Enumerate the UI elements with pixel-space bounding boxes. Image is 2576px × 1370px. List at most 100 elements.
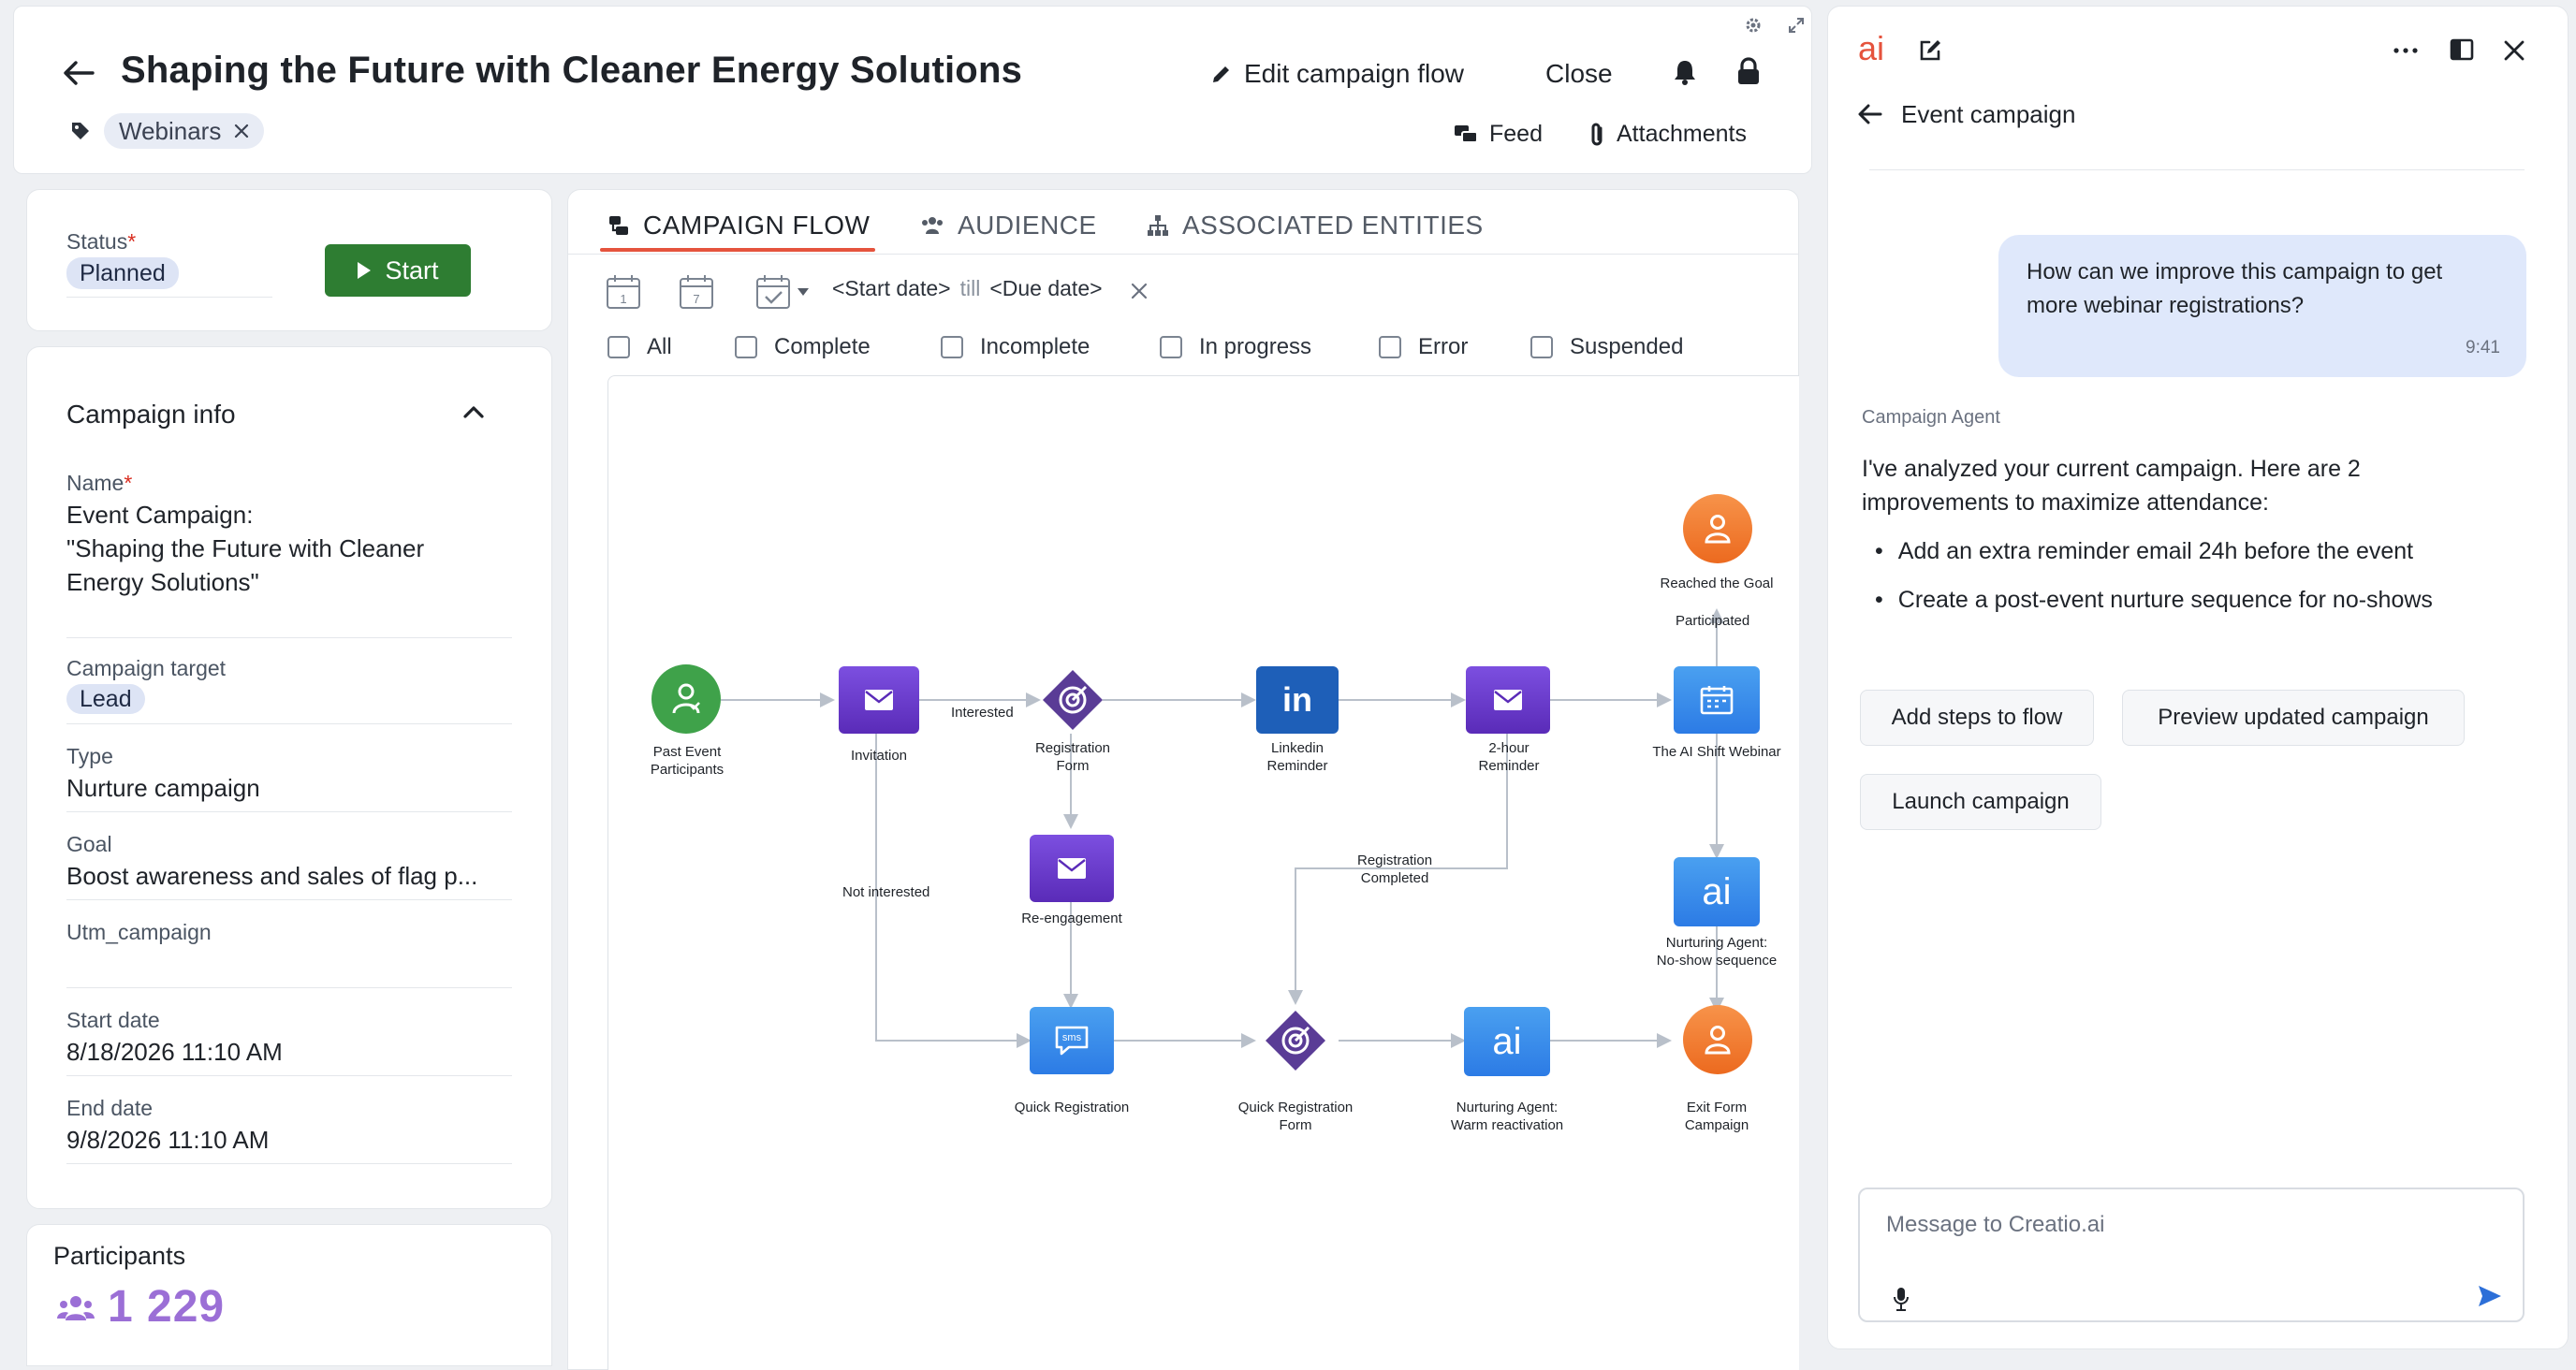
checkbox[interactable]: [607, 336, 630, 358]
close-button[interactable]: Close: [1545, 59, 1613, 89]
tab-audience[interactable]: AUDIENCE: [920, 211, 1097, 240]
name-value-line-2[interactable]: "Shaping the Future with Cleaner: [66, 534, 424, 563]
bullet-text: Add an extra reminder email 24h before t…: [1897, 538, 2414, 564]
status-badge[interactable]: Planned: [66, 257, 179, 289]
name-value-line-3[interactable]: Energy Solutions": [66, 568, 259, 597]
play-icon: [357, 261, 372, 280]
required-marker: *: [124, 471, 133, 495]
utm-campaign-value[interactable]: [66, 952, 512, 980]
dock-panel-icon[interactable]: [2450, 38, 2474, 61]
edge-label-registration-completed: Registration Completed: [1357, 853, 1433, 886]
preview-updated-campaign-button[interactable]: Preview updated campaign: [2122, 690, 2465, 746]
feed-button[interactable]: Feed: [1454, 121, 1543, 148]
node-linkedin-reminder[interactable]: in: [1256, 666, 1339, 734]
bell-icon[interactable]: [1673, 59, 1697, 85]
filter-label: Error: [1418, 334, 1469, 359]
user-message-line-2: more webinar registrations?: [2027, 293, 2305, 318]
type-value[interactable]: Nurture campaign: [66, 774, 260, 803]
node-label: Reached the Goal: [1660, 576, 1774, 591]
chevron-down-icon[interactable]: [797, 287, 810, 297]
node-past-event-participants[interactable]: [651, 664, 721, 734]
back-arrow-icon[interactable]: [1858, 104, 1882, 124]
message-input-box[interactable]: Message to Creatio.ai: [1858, 1188, 2525, 1322]
start-date-label: Start date: [66, 1008, 160, 1032]
person-icon: [668, 681, 704, 717]
remove-tag-icon[interactable]: [234, 124, 249, 138]
microphone-icon[interactable]: [1894, 1287, 1909, 1311]
filter-incomplete[interactable]: Incomplete: [941, 334, 1090, 360]
node-re-engagement[interactable]: [1030, 835, 1114, 902]
checkbox[interactable]: [735, 336, 757, 358]
campaign-flow-panel: CAMPAIGN FLOW AUDIENCE ASSOCIATED ENTITI…: [567, 189, 1799, 1370]
hierarchy-icon: [1147, 214, 1169, 237]
checkbox[interactable]: [1160, 336, 1182, 358]
checkbox[interactable]: [1530, 336, 1553, 358]
start-date-placeholder: <Start date>: [832, 276, 951, 300]
start-button[interactable]: Start: [325, 244, 471, 297]
type-label: Type: [66, 744, 113, 768]
calendar-week-icon[interactable]: 7: [679, 274, 714, 310]
lock-icon[interactable]: [1736, 57, 1761, 85]
node-label: Past Event Participants: [650, 744, 724, 778]
attachments-button[interactable]: Attachments: [1588, 121, 1747, 148]
start-date-value[interactable]: 8/18/2026 11:10 AM: [66, 1038, 283, 1067]
status-underline: [66, 297, 272, 298]
clear-date-icon[interactable]: [1130, 282, 1149, 300]
send-icon[interactable]: [2478, 1285, 2502, 1307]
calendar-check-icon[interactable]: [755, 274, 791, 310]
page-title: Shaping the Future with Cleaner Energy S…: [121, 50, 1023, 91]
add-steps-to-flow-button[interactable]: Add steps to flow: [1860, 690, 2094, 746]
filter-label: All: [647, 334, 672, 359]
back-arrow-icon[interactable]: [63, 61, 95, 85]
tag-chip[interactable]: Webinars: [104, 113, 265, 149]
edit-campaign-flow-button[interactable]: Edit campaign flow: [1210, 59, 1464, 89]
node-label: Linkedin Reminder: [1266, 740, 1328, 774]
sms-bubble-icon: sms: [1054, 1025, 1090, 1057]
node-ai-shift-webinar[interactable]: [1674, 666, 1760, 734]
filter-error[interactable]: Error: [1379, 334, 1468, 360]
filter-all[interactable]: All: [607, 334, 672, 360]
tab-campaign-flow-label: CAMPAIGN FLOW: [643, 211, 871, 240]
end-date-value[interactable]: 9/8/2026 11:10 AM: [66, 1126, 269, 1155]
checkbox[interactable]: [941, 336, 963, 358]
tab-campaign-flow[interactable]: CAMPAIGN FLOW: [607, 211, 870, 240]
date-range-filter[interactable]: <Start date> till <Due date>: [832, 276, 1103, 301]
calendar-day-number: 1: [620, 292, 626, 306]
sms-icon-text: sms: [1062, 1032, 1082, 1043]
node-label: The AI Shift Webinar: [1652, 744, 1781, 760]
node-nurturing-agent-no-show[interactable]: ai: [1674, 857, 1760, 926]
filter-complete[interactable]: Complete: [735, 334, 871, 360]
feed-label: Feed: [1489, 121, 1543, 147]
people-icon: [57, 1294, 95, 1322]
new-chat-icon[interactable]: [1918, 38, 1942, 63]
launch-campaign-button[interactable]: Launch campaign: [1860, 774, 2101, 830]
node-quick-registration[interactable]: sms: [1030, 1007, 1114, 1074]
node-2-hour-reminder[interactable]: [1466, 666, 1550, 734]
filter-in-progress[interactable]: In progress: [1160, 334, 1311, 360]
chevron-up-icon[interactable]: [463, 405, 484, 418]
node-registration-form[interactable]: [1041, 668, 1105, 732]
node-exit-form-campaign[interactable]: [1683, 1005, 1752, 1074]
filter-suspended[interactable]: Suspended: [1530, 334, 1683, 360]
agent-name: Campaign Agent: [1862, 407, 2000, 428]
tab-audience-label: AUDIENCE: [958, 211, 1097, 240]
flow-canvas[interactable]: Past Event Participants Invitation Regist…: [607, 375, 1799, 1370]
close-icon[interactable]: [2504, 40, 2525, 61]
expand-icon[interactable]: [1787, 16, 1806, 35]
goal-value[interactable]: Boost awareness and sales of flag p...: [66, 862, 477, 891]
tabs-divider: [568, 254, 1798, 255]
checkbox[interactable]: [1379, 336, 1401, 358]
campaign-target-badge[interactable]: Lead: [66, 684, 145, 714]
calendar-day-icon[interactable]: 1: [606, 274, 641, 310]
ai-icon: ai: [1492, 1020, 1522, 1062]
node-nurturing-agent-warm[interactable]: ai: [1464, 1007, 1550, 1076]
tab-associated-entities[interactable]: ASSOCIATED ENTITIES: [1147, 211, 1484, 240]
node-invitation[interactable]: [839, 666, 919, 734]
settings-gear-icon[interactable]: [1744, 16, 1763, 35]
node-reached-the-goal[interactable]: [1683, 494, 1752, 563]
name-value-line-1[interactable]: Event Campaign:: [66, 501, 253, 530]
more-options-icon[interactable]: [2393, 48, 2418, 53]
close-label: Close: [1545, 59, 1613, 88]
node-quick-registration-form[interactable]: [1264, 1009, 1327, 1072]
ai-icon: ai: [1702, 870, 1732, 912]
